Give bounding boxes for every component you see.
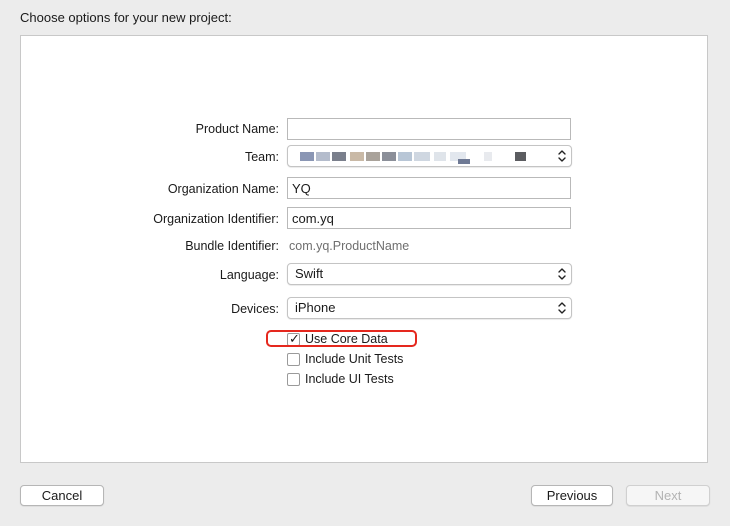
chevron-updown-icon (558, 302, 566, 314)
product-name-field[interactable] (287, 118, 571, 140)
devices-label: Devices: (231, 302, 279, 316)
organization-name-label: Organization Name: (167, 182, 279, 196)
include-ui-tests-checkbox[interactable] (287, 372, 300, 386)
next-button[interactable]: Next (626, 485, 710, 506)
include-unit-tests-label: Include Unit Tests (305, 352, 404, 366)
team-value-redacted (300, 152, 530, 164)
highlight-annotation (266, 330, 417, 347)
language-popup[interactable]: Swift (287, 263, 572, 285)
team-popup[interactable] (287, 145, 572, 167)
page-title: Choose options for your new project: (20, 10, 232, 25)
chevron-updown-icon (558, 268, 566, 280)
devices-value: iPhone (295, 300, 336, 315)
product-name-label: Product Name: (195, 122, 279, 136)
organization-name-field[interactable] (287, 177, 571, 199)
include-unit-tests-checkbox-row[interactable]: Include Unit Tests (287, 351, 403, 367)
bundle-identifier-value: com.yq.ProductName (289, 239, 410, 253)
include-unit-tests-checkbox[interactable] (287, 352, 300, 366)
organization-identifier-label: Organization Identifier: (153, 212, 279, 226)
include-ui-tests-checkbox-row[interactable]: Include UI Tests (287, 371, 394, 387)
language-value: Swift (295, 266, 324, 281)
chevron-updown-icon (558, 150, 566, 162)
devices-popup[interactable]: iPhone (287, 297, 572, 319)
include-ui-tests-label: Include UI Tests (305, 372, 394, 386)
previous-button[interactable]: Previous (531, 485, 613, 506)
team-label: Team: (244, 150, 279, 164)
language-label: Language: (219, 268, 279, 282)
bundle-identifier-label: Bundle Identifier: (185, 239, 279, 253)
cancel-button[interactable]: Cancel (20, 485, 104, 506)
organization-identifier-field[interactable] (287, 207, 571, 229)
